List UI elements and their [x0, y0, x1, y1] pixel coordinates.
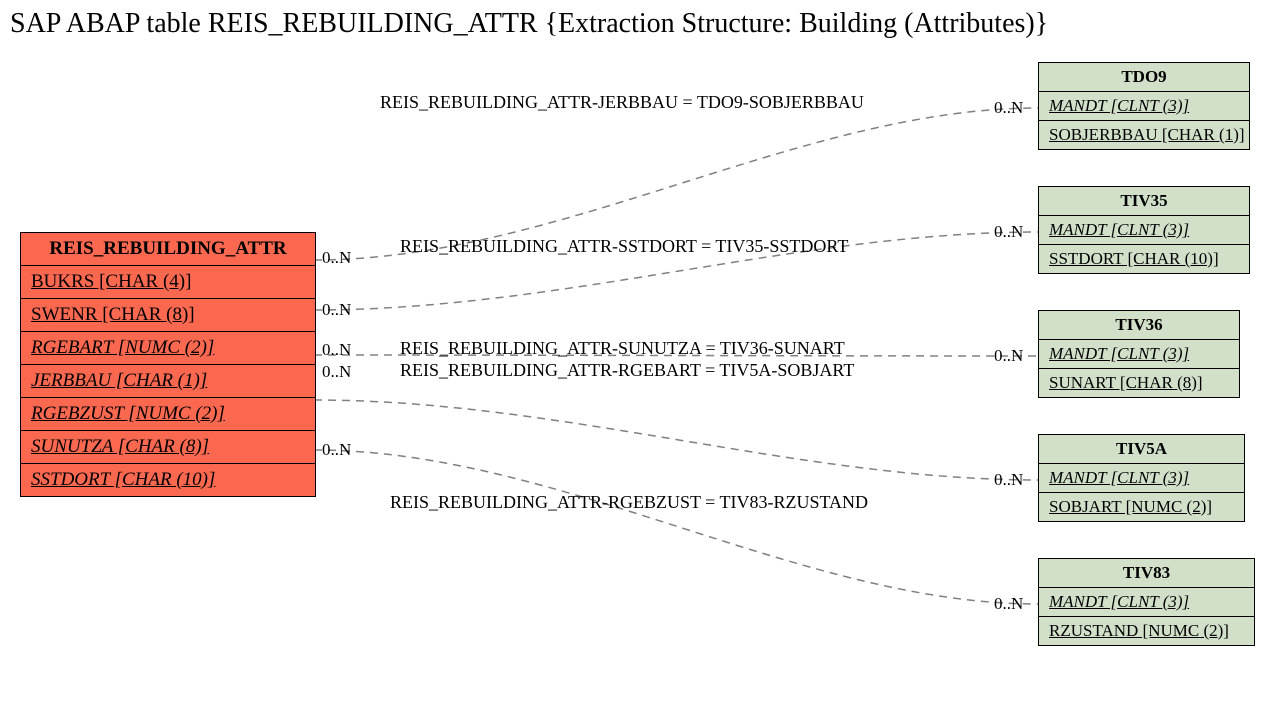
cardinality-label: 0..N [994, 346, 1023, 366]
table-row: MANDT [CLNT (3)] [1039, 340, 1239, 369]
cardinality-label: 0..N [322, 362, 351, 382]
target-table-name: TIV83 [1039, 559, 1254, 588]
page-title: SAP ABAP table REIS_REBUILDING_ATTR {Ext… [10, 8, 1048, 40]
table-row: SSTDORT [CHAR (10)] [21, 464, 315, 496]
edge-label: REIS_REBUILDING_ATTR-SSTDORT = TIV35-SST… [400, 236, 848, 257]
er-diagram-canvas: SAP ABAP table REIS_REBUILDING_ATTR {Ext… [0, 0, 1275, 720]
table-row: SUNUTZA [CHAR (8)] [21, 431, 315, 464]
table-row: RGEBART [NUMC (2)] [21, 332, 315, 365]
edge-label: REIS_REBUILDING_ATTR-JERBBAU = TDO9-SOBJ… [380, 92, 864, 113]
target-table-name: TDO9 [1039, 63, 1249, 92]
table-row: RGEBZUST [NUMC (2)] [21, 398, 315, 431]
cardinality-label: 0..N [994, 222, 1023, 242]
table-row: JERBBAU [CHAR (1)] [21, 365, 315, 398]
table-row: MANDT [CLNT (3)] [1039, 92, 1249, 121]
edge-label: REIS_REBUILDING_ATTR-SUNUTZA = TIV36-SUN… [400, 338, 845, 359]
table-row: MANDT [CLNT (3)] [1039, 588, 1254, 617]
target-table-name: TIV36 [1039, 311, 1239, 340]
table-row: SUNART [CHAR (8)] [1039, 369, 1239, 397]
target-table-name: TIV35 [1039, 187, 1249, 216]
table-row: SWENR [CHAR (8)] [21, 299, 315, 332]
table-row: SSTDORT [CHAR (10)] [1039, 245, 1249, 273]
cardinality-label: 0..N [322, 300, 351, 320]
target-table-tiv35: TIV35 MANDT [CLNT (3)] SSTDORT [CHAR (10… [1038, 186, 1250, 274]
target-table-tiv83: TIV83 MANDT [CLNT (3)] RZUSTAND [NUMC (2… [1038, 558, 1255, 646]
source-table-name: REIS_REBUILDING_ATTR [21, 233, 315, 266]
cardinality-label: 0..N [994, 470, 1023, 490]
edge-label: REIS_REBUILDING_ATTR-RGEBZUST = TIV83-RZ… [390, 492, 868, 513]
cardinality-label: 0..N [322, 340, 351, 360]
cardinality-label: 0..N [322, 440, 351, 460]
table-row: SOBJART [NUMC (2)] [1039, 493, 1244, 521]
target-table-tiv36: TIV36 MANDT [CLNT (3)] SUNART [CHAR (8)] [1038, 310, 1240, 398]
table-row: MANDT [CLNT (3)] [1039, 464, 1244, 493]
edge-label: REIS_REBUILDING_ATTR-RGEBART = TIV5A-SOB… [400, 360, 854, 381]
cardinality-label: 0..N [994, 98, 1023, 118]
source-table: REIS_REBUILDING_ATTR BUKRS [CHAR (4)] SW… [20, 232, 316, 497]
target-table-tdo9: TDO9 MANDT [CLNT (3)] SOBJERBBAU [CHAR (… [1038, 62, 1250, 150]
table-row: SOBJERBBAU [CHAR (1)] [1039, 121, 1249, 149]
table-row: BUKRS [CHAR (4)] [21, 266, 315, 299]
target-table-tiv5a: TIV5A MANDT [CLNT (3)] SOBJART [NUMC (2)… [1038, 434, 1245, 522]
cardinality-label: 0..N [322, 248, 351, 268]
cardinality-label: 0..N [994, 594, 1023, 614]
table-row: MANDT [CLNT (3)] [1039, 216, 1249, 245]
table-row: RZUSTAND [NUMC (2)] [1039, 617, 1254, 645]
target-table-name: TIV5A [1039, 435, 1244, 464]
